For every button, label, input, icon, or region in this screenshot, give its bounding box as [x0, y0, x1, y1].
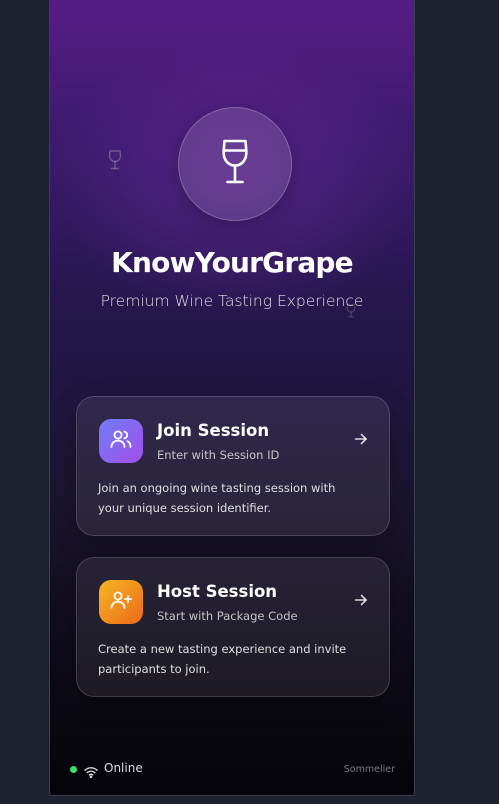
app-logo [178, 107, 292, 221]
host-session-description: Create a new tasting experience and invi… [98, 642, 347, 676]
app-title: KnowYourGrape [111, 246, 354, 279]
host-session-title: Host Session [157, 582, 278, 601]
join-session-icon-tile [99, 419, 143, 463]
join-session-subtitle: Enter with Session ID [157, 448, 280, 462]
app-subtitle: Premium Wine Tasting Experience [100, 292, 364, 310]
join-session-description: Join an ongoing wine tasting session wit… [98, 481, 336, 515]
user-plus-icon [109, 588, 133, 616]
wine-glass-icon [220, 138, 250, 190]
wifi-icon [84, 763, 98, 782]
users-icon [109, 427, 133, 455]
arrow-right-icon [353, 431, 369, 451]
join-session-card[interactable]: Join Session Enter with Session ID Join … [76, 396, 390, 536]
host-session-icon-tile [99, 580, 143, 624]
app-stage: KnowYourGrape Premium Wine Tasting Exper… [0, 0, 499, 804]
host-session-subtitle: Start with Package Code [157, 609, 298, 623]
join-session-title: Join Session [157, 421, 270, 440]
decorative-wine-glass-icon [108, 150, 122, 174]
arrow-right-icon [353, 592, 369, 612]
connection-status: Online [104, 761, 143, 775]
mobile-screen: KnowYourGrape Premium Wine Tasting Exper… [49, 0, 415, 796]
online-status-dot [70, 766, 77, 773]
user-role-label: Sommelier [343, 764, 395, 775]
host-session-card[interactable]: Host Session Start with Package Code Cre… [76, 557, 390, 697]
